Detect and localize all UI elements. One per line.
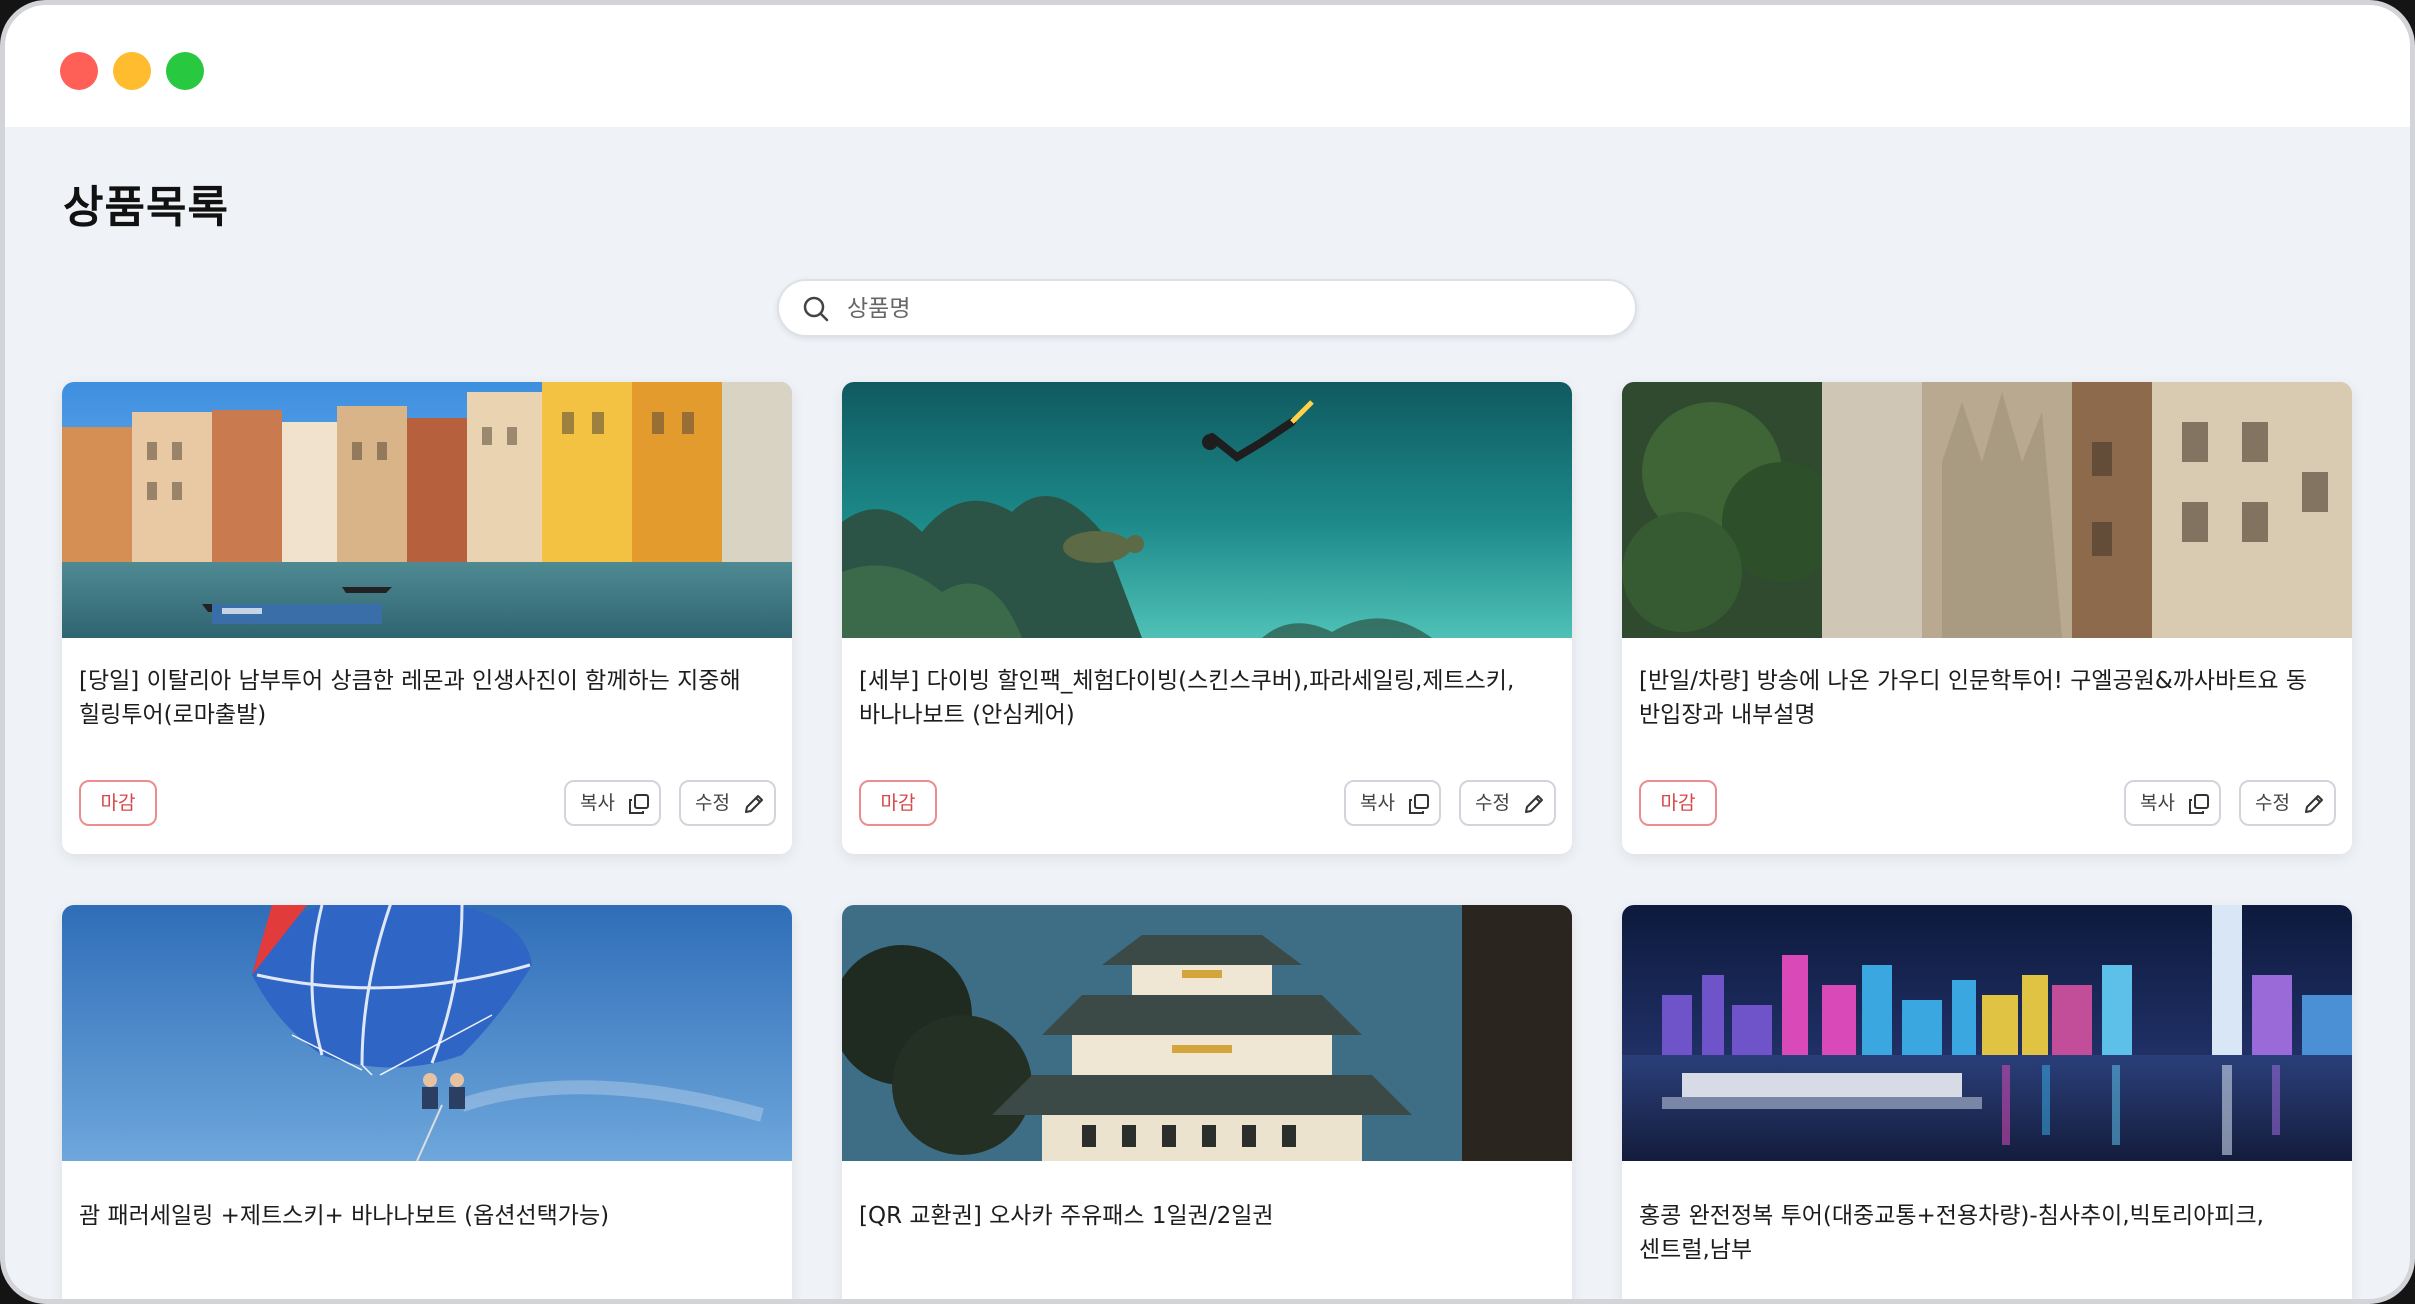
product-card[interactable]: 홍콩 완전정복 투어(대중교통+전용차량)-침사추이,빅토리아피크,센트럴,남부 <box>1622 905 2352 1299</box>
pencil-icon <box>2305 795 2323 813</box>
product-image[interactable] <box>1622 382 2352 638</box>
copy-label: 복사 <box>2140 792 2175 814</box>
product-card[interactable]: [QR 교환권] 오사카 주유패스 1일권/2일권 <box>842 905 1572 1299</box>
product-image[interactable] <box>1622 905 2352 1161</box>
copy-icon <box>1409 794 1429 814</box>
edit-button[interactable]: 수정 <box>679 780 776 826</box>
search-input[interactable] <box>845 289 1609 329</box>
pencil-icon <box>1525 795 1543 813</box>
copy-icon <box>2189 794 2209 814</box>
copy-button[interactable]: 복사 <box>2124 780 2221 826</box>
title-bar <box>5 5 2410 127</box>
maximize-window-button[interactable] <box>166 52 204 90</box>
status-badge: 마감 <box>79 780 157 826</box>
copy-label: 복사 <box>1360 792 1395 814</box>
product-card[interactable]: [반일/차량] 방송에 나온 가우디 인문학투어! 구엘공원&까사바트요 동 반… <box>1622 382 2352 854</box>
page-title: 상품목록 <box>63 182 229 233</box>
product-card[interactable]: [당일] 이탈리아 남부투어 상큼한 레몬과 인생사진이 함께하는 지중해 힐링… <box>62 382 792 854</box>
copy-button[interactable]: 복사 <box>564 780 661 826</box>
product-image[interactable] <box>62 382 792 638</box>
product-title[interactable]: 홍콩 완전정복 투어(대중교통+전용차량)-침사추이,빅토리아피크,센트럴,남부 <box>1639 1199 2329 1267</box>
status-badge: 마감 <box>1639 780 1717 826</box>
product-title[interactable]: [반일/차량] 방송에 나온 가우디 인문학투어! 구엘공원&까사바트요 동 반… <box>1639 664 2329 732</box>
copy-icon <box>629 794 649 814</box>
product-card[interactable]: 괌 패러세일링 +제트스키+ 바나나보트 (옵션선택가능) <box>62 905 792 1299</box>
close-window-button[interactable] <box>60 52 98 90</box>
search-icon <box>803 296 829 322</box>
edit-button[interactable]: 수정 <box>1459 780 1556 826</box>
search-bar[interactable] <box>777 279 1637 337</box>
product-image[interactable] <box>842 382 1572 638</box>
product-image[interactable] <box>842 905 1572 1161</box>
edit-label: 수정 <box>1475 792 1510 814</box>
product-title[interactable]: 괌 패러세일링 +제트스키+ 바나나보트 (옵션선택가능) <box>79 1199 769 1233</box>
product-title[interactable]: [QR 교환권] 오사카 주유패스 1일권/2일권 <box>859 1199 1549 1233</box>
copy-label: 복사 <box>580 792 615 814</box>
product-title[interactable]: [당일] 이탈리아 남부투어 상큼한 레몬과 인생사진이 함께하는 지중해 힐링… <box>79 664 769 732</box>
pencil-icon <box>745 795 763 813</box>
status-badge: 마감 <box>859 780 937 826</box>
minimize-window-button[interactable] <box>113 52 151 90</box>
product-title[interactable]: [세부] 다이빙 할인팩_체험다이빙(스킨스쿠버),파라세일링,제트스키, 바나… <box>859 664 1549 732</box>
product-image[interactable] <box>62 905 792 1161</box>
copy-button[interactable]: 복사 <box>1344 780 1441 826</box>
edit-label: 수정 <box>695 792 730 814</box>
app-window: 상품목록 상품명 [당일] 이탈리아 남부투어 상큼한 레몬과 인생사진이 함께… <box>0 0 2415 1304</box>
edit-label: 수정 <box>2255 792 2290 814</box>
edit-button[interactable]: 수정 <box>2239 780 2336 826</box>
product-card[interactable]: [세부] 다이빙 할인팩_체험다이빙(스킨스쿠버),파라세일링,제트스키, 바나… <box>842 382 1572 854</box>
